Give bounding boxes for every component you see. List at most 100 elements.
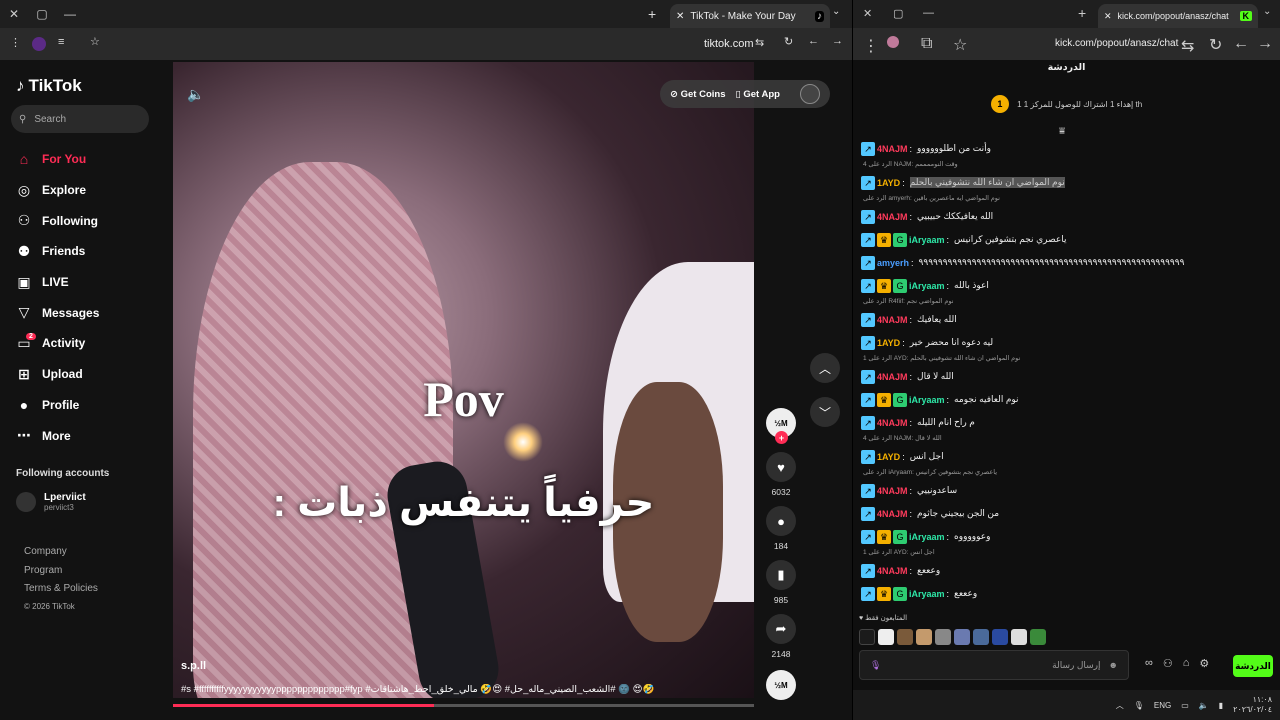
emote[interactable]: [973, 629, 989, 645]
tray-chevron-icon[interactable]: ︿: [1116, 700, 1124, 711]
emote[interactable]: [992, 629, 1008, 645]
nav-item-explore[interactable]: ◎ Explore: [16, 175, 166, 206]
chat-username[interactable]: iAryaam: [909, 395, 945, 405]
emote[interactable]: [897, 629, 913, 645]
nav-item-for-you[interactable]: ⌂ For You: [16, 144, 166, 175]
extension-icon[interactable]: [887, 36, 899, 48]
chat-message[interactable]: الرد على amyerh: نوم المواضي ايه ماعصرين…: [861, 194, 1271, 228]
emote[interactable]: [1030, 629, 1046, 645]
extension-icon[interactable]: [32, 37, 46, 51]
speaker-icon[interactable]: 🔈: [1199, 701, 1209, 710]
bookmark-star-icon[interactable]: ☆: [953, 35, 967, 55]
bookmark-star-icon[interactable]: ☆: [90, 35, 100, 48]
close-window-icon[interactable]: ✕: [863, 7, 872, 20]
chat-input[interactable]: 🎙 إرسال رسالة ☻: [859, 650, 1129, 680]
minimize-window-icon[interactable]: —: [56, 0, 84, 28]
save-button[interactable]: ▮: [766, 560, 796, 590]
footer-company-link[interactable]: Company: [24, 546, 98, 565]
new-tab-icon[interactable]: +: [1078, 5, 1086, 21]
puzzle-icon[interactable]: ⧉: [921, 35, 932, 53]
menu-icon[interactable]: ⋮: [10, 36, 21, 49]
chat-username[interactable]: iAryaam: [909, 589, 945, 599]
tab-tiktok[interactable]: ✕ TikTok - Make Your Day ♪: [670, 4, 830, 28]
battery-icon[interactable]: ▮: [1219, 701, 1223, 710]
chat-username[interactable]: iAryaam: [909, 532, 945, 542]
restore-window-icon[interactable]: ▢: [893, 7, 903, 20]
reload-icon[interactable]: ↻: [1209, 35, 1222, 55]
emote[interactable]: [935, 629, 951, 645]
video-player[interactable]: Pov حرفياً يتنفس ذبات : s.p.ll #s #fffff…: [173, 62, 754, 698]
chat-message[interactable]: ↗ 4NAJM: وأنت من اطلوووووو: [861, 137, 1271, 160]
chat-username[interactable]: 1AYD: [877, 178, 900, 188]
emote[interactable]: [954, 629, 970, 645]
forward-icon[interactable]: ←: [1233, 35, 1249, 53]
sound-avatar[interactable]: ½M: [766, 670, 796, 700]
chat-message[interactable]: الرد على 1 AYD: نوم المواضي ان شاء الله …: [861, 354, 1271, 388]
mic-tray-icon[interactable]: 🎙: [1134, 701, 1144, 710]
chat-message[interactable]: الرد على 4 NAJM: وقت النوممممم ↗ 1AYD: نوم …: [861, 160, 1271, 194]
pinned-banner[interactable]: 1 1 إهداء 1 اشتراك للوصول للمركز 1 th: [853, 95, 1280, 113]
comment-button[interactable]: ●: [766, 506, 796, 536]
chat-username[interactable]: 1AYD: [877, 452, 900, 462]
chat-username[interactable]: amyerh: [877, 258, 909, 268]
get-app-button[interactable]: ▯ Get App: [735, 89, 779, 100]
chat-message[interactable]: ↗ ♛ GiAryaam: ياعصري نجم بتشوفين كرانيس: [861, 228, 1271, 251]
chat-username[interactable]: 4NAJM: [877, 509, 908, 519]
video-author[interactable]: s.p.ll: [181, 660, 206, 672]
site-settings-icon[interactable]: ⇆: [755, 36, 764, 49]
settings-gear-icon[interactable]: ⚙: [1199, 657, 1209, 670]
following-account-item[interactable]: Lperviict perviict3: [16, 492, 86, 512]
restore-window-icon[interactable]: ▢: [28, 0, 56, 28]
back-icon[interactable]: →: [832, 35, 843, 47]
chat-username[interactable]: 1AYD: [877, 338, 900, 348]
send-chat-button[interactable]: الدردشة: [1233, 655, 1273, 677]
chat-message[interactable]: ↗ 4NAJM: من الجن بيجيني جاثوم: [861, 502, 1271, 525]
volume-icon[interactable]: 🔈: [187, 86, 204, 103]
previous-video-button[interactable]: ︿: [810, 353, 840, 383]
chat-username[interactable]: 4NAJM: [877, 566, 908, 576]
chat-message[interactable]: ↗ amyerh:٩٩٩٩٩٩٩٩٩٩٩٩٩٩٩٩٩٩٩٩٩٩٩٩٩٩٩٩٩٩٩٩…: [861, 251, 1271, 274]
nav-item-profile[interactable]: ● Profile: [16, 390, 166, 421]
users-icon[interactable]: ⚇: [1163, 657, 1173, 670]
monitor-icon[interactable]: ▭: [1181, 701, 1189, 710]
address-bar[interactable]: tiktok.com: [704, 38, 754, 50]
like-button[interactable]: ♥: [766, 452, 796, 482]
chat-message[interactable]: ↗ ♛ GiAryaam: نوم العافيه نجومه: [861, 388, 1271, 411]
nav-item-friends[interactable]: ⚉ Friends: [16, 236, 166, 267]
chat-username[interactable]: 4NAJM: [877, 372, 908, 382]
chat-username[interactable]: 4NAJM: [877, 144, 908, 154]
video-progress-bar[interactable]: [173, 704, 754, 707]
new-tab-icon[interactable]: +: [648, 6, 656, 22]
scroll-marker-icon[interactable]: ⩸: [1059, 126, 1065, 137]
next-video-button[interactable]: ﹀: [810, 397, 840, 427]
emoji-icon[interactable]: ☻: [1109, 660, 1118, 670]
follow-plus-icon[interactable]: +: [775, 431, 788, 444]
chat-username[interactable]: 4NAJM: [877, 212, 908, 222]
clock[interactable]: ١١:٠٨ ٢٠٢٦/٠٢/٠٤: [1233, 695, 1272, 715]
footer-terms-link[interactable]: Terms & Policies: [24, 583, 98, 602]
nav-item-activity[interactable]: ▭ 2 Activity: [16, 328, 166, 359]
nav-item-upload[interactable]: ⊞ Upload: [16, 359, 166, 390]
tab-search-icon[interactable]: ⌄: [1263, 6, 1271, 17]
chat-message[interactable]: ↗ ♛ GiAryaam: اعوذ بالله: [861, 274, 1271, 297]
nav-item-following[interactable]: ⚇ Following: [16, 205, 166, 236]
back-icon[interactable]: →: [1257, 35, 1273, 53]
chat-message[interactable]: ↗ ♛ GiAryaam: وعععع: [861, 582, 1271, 605]
chat-username[interactable]: 4NAJM: [877, 486, 908, 496]
chat-message[interactable]: ↗ 1AYD: ليه دعوه انا محضر خير: [861, 331, 1271, 354]
get-coins-button[interactable]: ⊘ Get Coins: [670, 89, 725, 100]
chat-message[interactable]: ↗ ♛ GiAryaam: وعوووووه: [861, 525, 1271, 548]
chat-message[interactable]: الرد على 1 AYD: اجل انس ↗ 4NAJM: وعععع: [861, 548, 1271, 582]
nav-item-live[interactable]: ▣ LIVE: [16, 267, 166, 298]
nav-item-messages[interactable]: ▽ Messages: [16, 297, 166, 328]
emote[interactable]: [1011, 629, 1027, 645]
minimize-window-icon[interactable]: —: [923, 7, 934, 19]
close-tab-icon[interactable]: ✕: [1104, 11, 1112, 22]
address-bar[interactable]: kick.com/popout/anasz/chat: [1055, 38, 1178, 49]
chat-message[interactable]: الرد على R4fiif: نوم المواضي نجم ↗ 4NAJM: ا…: [861, 297, 1271, 331]
search-input[interactable]: ⚲ Search: [11, 105, 149, 133]
user-avatar[interactable]: [800, 84, 820, 104]
chat-message[interactable]: الرد على 4 NAJM: الله لا قال ↗ 1AYD: اجل ان…: [861, 434, 1271, 468]
chat-message[interactable]: الرد على iAryaam: ياعصري نجم بتشوفين كرا…: [861, 468, 1271, 502]
forward-icon[interactable]: ←: [808, 35, 819, 47]
